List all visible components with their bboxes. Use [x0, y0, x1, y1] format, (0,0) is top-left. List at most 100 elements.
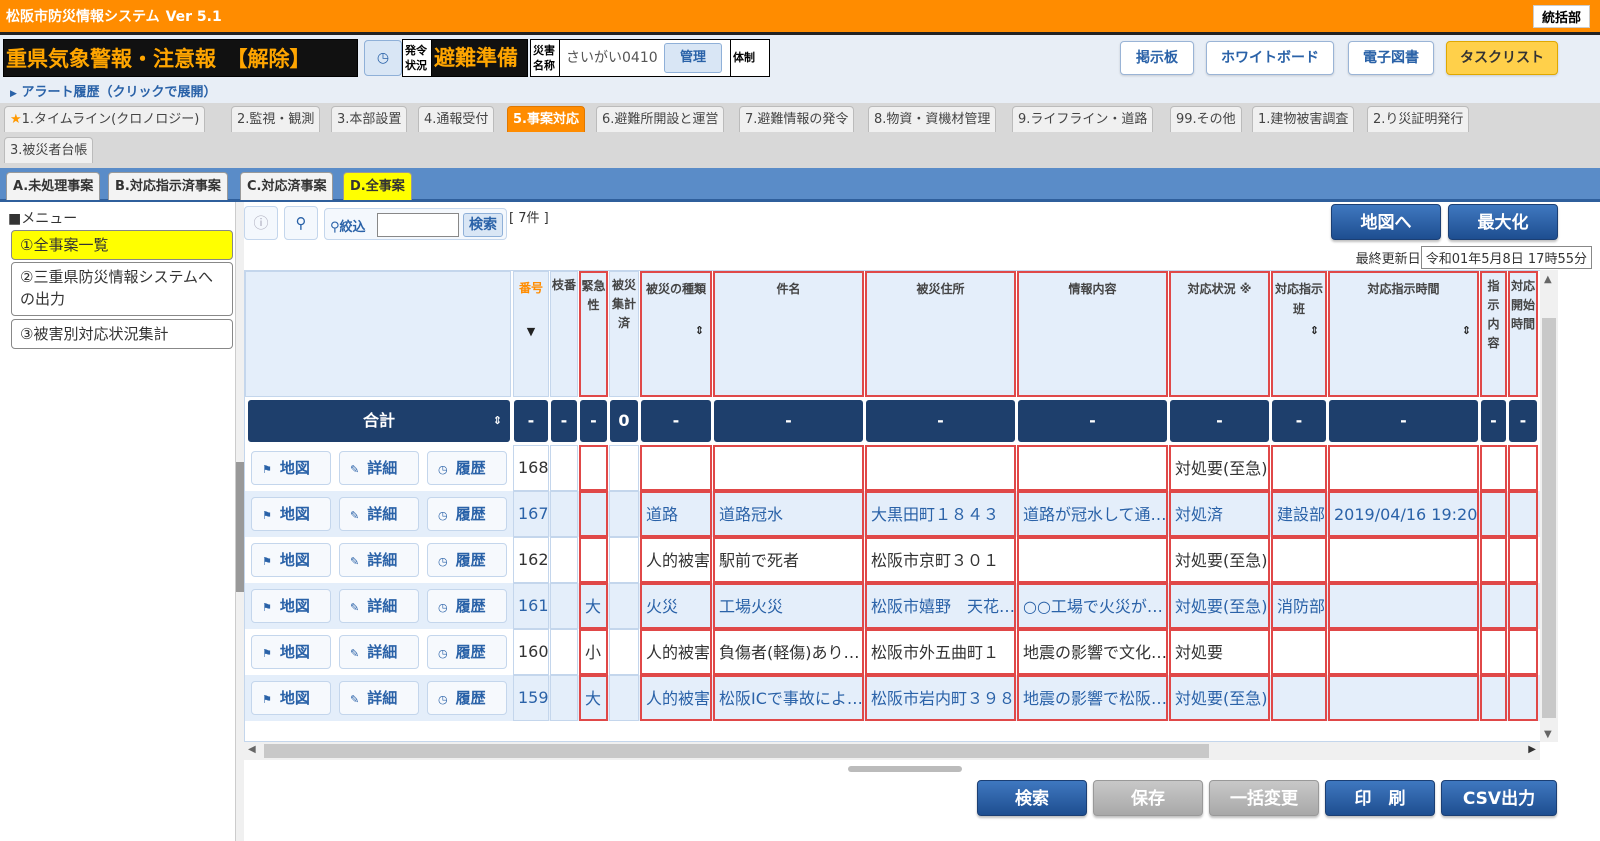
- sort-desc-icon: ▼: [526, 325, 536, 338]
- link-icon[interactable]: ⚲: [284, 206, 318, 240]
- table-row[interactable]: ⚑ 地図 ✎ 詳細 ◷ 履歴 161 大火災 工場火災 松阪市嬉野 天花… ○○工場で火災が… 対処要…: [245, 583, 1543, 629]
- filter-input[interactable]: [377, 213, 459, 237]
- cell-address: 松阪市京町３０１: [865, 537, 1016, 583]
- info-icon[interactable]: ⓘ: [244, 206, 278, 240]
- col-type-header[interactable]: 被災の種類 ⇕: [640, 271, 712, 397]
- last-updated-label: 最終更新日: [1355, 252, 1421, 267]
- col-status-header[interactable]: 対応状況 ※: [1169, 271, 1270, 397]
- weather-warning-banner[interactable]: 重県気象警報・注意報 【解除】: [3, 39, 358, 77]
- tab-lifelines[interactable]: 9.ライフライン・道路: [1012, 106, 1154, 132]
- status-header: 重県気象警報・注意報 【解除】 ◷ 発令状況 避難準備 災害名称 さいがい041…: [0, 35, 1600, 83]
- row-detail-button[interactable]: ✎ 詳細: [339, 451, 419, 485]
- cell-aggregated: [609, 675, 639, 721]
- e-library-button[interactable]: 電子図書: [1348, 41, 1434, 75]
- cell-number: 159: [513, 675, 549, 721]
- tab-other[interactable]: 99.その他: [1170, 106, 1242, 132]
- table-row[interactable]: ⚑ 地図 ✎ 詳細 ◷ 履歴 162 人的被害 駅前で死者 松阪市京町３０１ 対処要(至急): [245, 537, 1543, 583]
- scroll-thumb[interactable]: [236, 462, 244, 592]
- bulletin-board-button[interactable]: 掲示板: [1120, 41, 1194, 75]
- main-panel: ⓘ ⚲ ⚲絞込 検索 [ 7件 ] 地図へ 最大化 最終更新日 令和01年5月8日…: [244, 202, 1600, 841]
- col-urgency-header[interactable]: 緊急性: [579, 271, 608, 397]
- row-history-button[interactable]: ◷ 履歴: [427, 681, 507, 715]
- clock-icon: ◷: [438, 693, 448, 706]
- row-detail-button[interactable]: ✎ 詳細: [339, 589, 419, 623]
- cell-instruct-content: [1480, 629, 1507, 675]
- tab-shelters[interactable]: 6.避難所開設と運営: [596, 106, 725, 132]
- row-detail-button[interactable]: ✎ 詳細: [339, 543, 419, 577]
- clock-icon: ◷: [438, 555, 448, 568]
- tab-incident-response[interactable]: 5.事案対応: [507, 106, 585, 132]
- table-row[interactable]: ⚑ 地図 ✎ 詳細 ◷ 履歴 160 小人的被害 負傷者(軽傷)あり… 松阪市外五曲町１ 地震の影響…: [245, 629, 1543, 675]
- tab-timeline[interactable]: ★1.タイムライン(クロノロジー): [4, 106, 206, 132]
- incident-table: 番号 ▼ 枝番 緊急性 被災集計済 被災の種類 ⇕ 件名 被災住所 情報内容 対応状…: [244, 270, 1544, 742]
- subtab-unprocessed[interactable]: A.未処理事案: [6, 172, 101, 200]
- row-map-button[interactable]: ⚑ 地図: [251, 589, 331, 623]
- csv-export-button[interactable]: CSV出力: [1441, 780, 1557, 816]
- cell-number: 161: [513, 583, 549, 629]
- subtab-instructed[interactable]: B.対応指示済事案: [108, 172, 228, 200]
- tab-building-survey[interactable]: 1.建物被害調査: [1252, 106, 1355, 132]
- maximize-button[interactable]: 最大化: [1448, 204, 1558, 240]
- row-history-button[interactable]: ◷ 履歴: [427, 451, 507, 485]
- clock-icon[interactable]: ◷: [364, 40, 402, 76]
- col-subject-header[interactable]: 件名: [713, 271, 864, 397]
- table-vertical-scrollbar[interactable]: ▲ ▼: [1540, 270, 1558, 742]
- row-history-button[interactable]: ◷ 履歴: [427, 543, 507, 577]
- row-map-button[interactable]: ⚑ 地図: [251, 543, 331, 577]
- col-instruct-content-header[interactable]: 指示内容: [1480, 271, 1507, 397]
- col-info-header[interactable]: 情報内容: [1017, 271, 1168, 397]
- cell-type: 道路: [640, 491, 712, 537]
- tab-victim-registry[interactable]: 3.被災者台帳: [4, 137, 94, 163]
- row-map-button[interactable]: ⚑ 地図: [251, 497, 331, 531]
- table-row[interactable]: ⚑ 地図 ✎ 詳細 ◷ 履歴 167 道路 道路冠水 大黒田町１８４３ 道路が冠水して通… 対処済 建設…: [245, 491, 1543, 537]
- row-map-button[interactable]: ⚑ 地図: [251, 681, 331, 715]
- col-branch-header[interactable]: 枝番: [550, 271, 578, 397]
- col-start-time-header[interactable]: 対応開始時間: [1508, 271, 1538, 397]
- tab-headquarters[interactable]: 3.本部設置: [331, 106, 408, 132]
- subtab-all[interactable]: D.全事案: [343, 172, 412, 200]
- subtab-handled[interactable]: C.対応済事案: [240, 172, 334, 200]
- menu-item-damage-summary[interactable]: ③被害別対応状況集計: [11, 319, 233, 349]
- filter-search-button[interactable]: 検索: [463, 213, 503, 237]
- table-row[interactable]: ⚑ 地図 ✎ 詳細 ◷ 履歴 168 対処要(至急): [245, 445, 1543, 491]
- menu-item-mie-export[interactable]: ②三重県防災情報システムへの出力: [11, 262, 233, 316]
- resize-grip[interactable]: [848, 766, 962, 772]
- cell-number: 162: [513, 537, 549, 583]
- alert-history-label: アラート履歴（クリックで展開）: [21, 85, 217, 100]
- manage-button[interactable]: 管理: [664, 43, 722, 73]
- tab-monitoring[interactable]: 2.監視・観測: [231, 106, 321, 132]
- table-horizontal-scrollbar[interactable]: ◀ ▶: [244, 742, 1540, 760]
- tab-reports[interactable]: 4.通報受付: [418, 106, 495, 132]
- map-view-button[interactable]: 地図へ: [1331, 204, 1441, 240]
- row-detail-button[interactable]: ✎ 詳細: [339, 635, 419, 669]
- bulk-change-button[interactable]: 一括変更: [1209, 780, 1319, 816]
- save-button[interactable]: 保存: [1093, 780, 1203, 816]
- menu-scrollbar[interactable]: [236, 202, 244, 841]
- table-row[interactable]: ⚑ 地図 ✎ 詳細 ◷ 履歴 159 大人的被害 松阪ICで事故によ… 松阪市岩内町３９８ 地震の影…: [245, 675, 1543, 721]
- col-address-header[interactable]: 被災住所: [865, 271, 1016, 397]
- row-history-button[interactable]: ◷ 履歴: [427, 589, 507, 623]
- menu-item-all-incidents[interactable]: ①全事案一覧: [11, 230, 233, 260]
- search-button[interactable]: 検索: [977, 780, 1087, 816]
- row-map-button[interactable]: ⚑ 地図: [251, 451, 331, 485]
- cell-number: 167: [513, 491, 549, 537]
- scroll-thumb[interactable]: [264, 744, 1209, 758]
- task-list-button[interactable]: タスクリスト: [1446, 41, 1558, 75]
- row-history-button[interactable]: ◷ 履歴: [427, 635, 507, 669]
- row-history-button[interactable]: ◷ 履歴: [427, 497, 507, 531]
- tab-damage-certificate[interactable]: 2.り災証明発行: [1367, 106, 1470, 132]
- cell-start-time: [1508, 445, 1538, 491]
- col-team-header[interactable]: 対応指示班 ⇕: [1271, 271, 1327, 397]
- row-map-button[interactable]: ⚑ 地図: [251, 635, 331, 669]
- row-detail-button[interactable]: ✎ 詳細: [339, 681, 419, 715]
- col-number-header[interactable]: 番号 ▼: [513, 271, 549, 397]
- alert-history-toggle[interactable]: ▶ アラート履歴（クリックで展開）: [0, 83, 1600, 103]
- col-aggregated-header[interactable]: 被災集計済: [609, 271, 639, 397]
- scroll-thumb[interactable]: [1542, 318, 1556, 718]
- col-instruct-time-header[interactable]: 対応指示時間 ⇕: [1328, 271, 1479, 397]
- tab-evacuation-orders[interactable]: 7.避難情報の発令: [739, 106, 855, 132]
- row-detail-button[interactable]: ✎ 詳細: [339, 497, 419, 531]
- print-button[interactable]: 印 刷: [1325, 780, 1435, 816]
- tab-supplies[interactable]: 8.物資・資機材管理: [868, 106, 997, 132]
- whiteboard-button[interactable]: ホワイトボード: [1206, 41, 1334, 75]
